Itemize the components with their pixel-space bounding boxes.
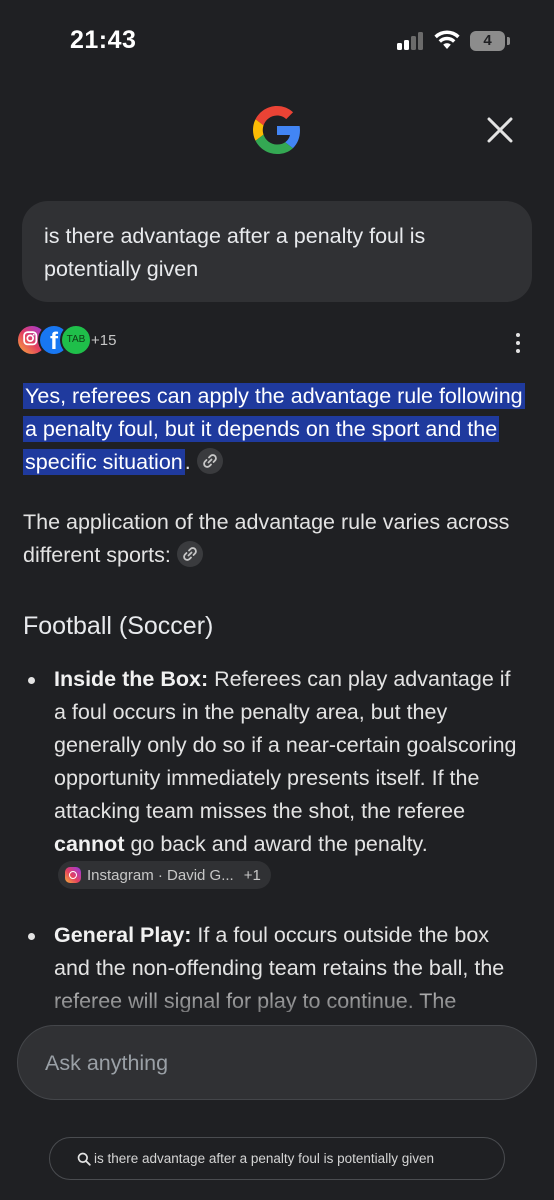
bullet-lead: Inside the Box:: [54, 667, 209, 691]
search-suggestion-chip[interactable]: is there advantage after a penalty foul …: [49, 1137, 505, 1180]
answer-lead-paragraph: Yes, referees can apply the advantage ru…: [23, 380, 525, 479]
bullet-bold-text: cannot: [54, 832, 125, 856]
sources-count: +15: [91, 332, 117, 349]
bullet-text-end: go back and award the penalty.: [124, 832, 428, 856]
search-icon: [77, 1152, 91, 1166]
google-logo-icon: [253, 106, 300, 154]
close-button[interactable]: [480, 110, 520, 150]
citation-chip[interactable]: Instagram · David G... +1: [58, 861, 271, 889]
bullet-lead: General Play:: [54, 923, 192, 947]
status-bar: 21:43 4: [0, 0, 554, 84]
user-query-bubble: is there advantage after a penalty foul …: [22, 201, 532, 302]
cellular-signal-icon: [397, 32, 425, 50]
answer-paragraph-text: The application of the advantage rule va…: [23, 510, 510, 567]
answer-lead-period: .: [184, 450, 191, 474]
list-item: Inside the Box: Referees can play advant…: [23, 663, 523, 895]
ai-answer: Yes, referees can apply the advantage ru…: [23, 380, 525, 1042]
section-title: Football (Soccer): [23, 612, 214, 640]
battery-icon: 4: [470, 31, 505, 51]
highlighted-answer: Yes, referees can apply the advantage ru…: [23, 383, 525, 475]
battery-cap: [507, 37, 510, 45]
tab-icon-label: TAB: [66, 334, 86, 345]
answer-paragraph: The application of the advantage rule va…: [23, 506, 523, 572]
citation-extra-count: +1: [243, 866, 261, 884]
search-suggestion-text: is there advantage after a penalty foul …: [94, 1151, 434, 1166]
link-icon[interactable]: [176, 541, 203, 567]
link-icon[interactable]: [196, 448, 223, 474]
ask-input[interactable]: [45, 1046, 505, 1080]
more-options-button[interactable]: [507, 330, 529, 356]
status-time: 21:43: [70, 26, 137, 54]
tab-icon: TAB: [60, 324, 92, 356]
ask-input-container[interactable]: [17, 1025, 537, 1100]
instagram-icon: [65, 867, 81, 883]
wifi-icon: [434, 30, 460, 49]
bullet-list: Inside the Box: Referees can play advant…: [23, 663, 523, 1018]
citation-source: Instagram · David G...: [87, 866, 234, 884]
